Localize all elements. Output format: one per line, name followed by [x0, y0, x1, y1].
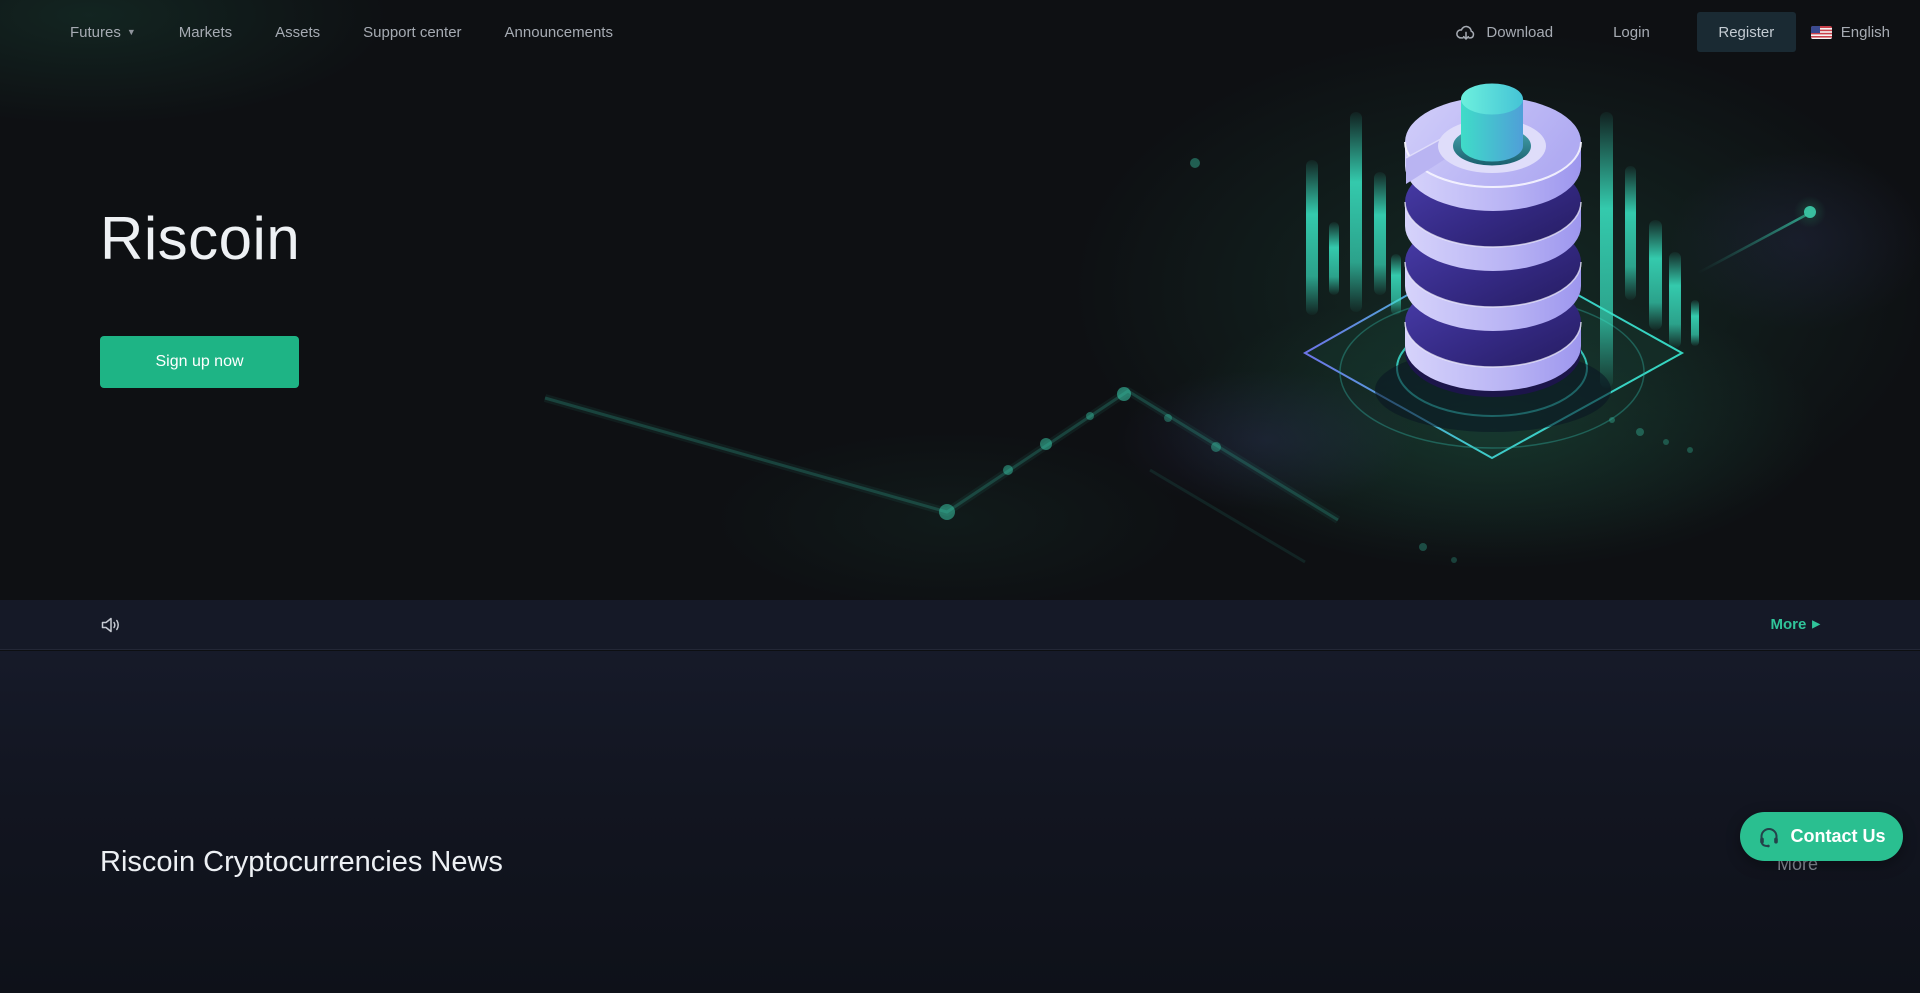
chevron-down-icon: ▼ — [127, 28, 136, 37]
nav-item-assets[interactable]: Assets — [275, 24, 320, 41]
nav-item-support-center[interactable]: Support center — [363, 24, 461, 41]
register-button[interactable]: Register — [1697, 12, 1796, 52]
nav-right-controls: Download Login Register English — [1455, 12, 1890, 52]
page-title: Riscoin — [100, 204, 300, 273]
hero-illustration — [0, 0, 1920, 600]
news-section: Riscoin Cryptocurrencies News More — [0, 651, 1920, 993]
cloud-download-icon — [1455, 23, 1477, 41]
language-label: English — [1841, 24, 1890, 41]
nav-item-label: Futures — [70, 24, 121, 41]
hero-section: Riscoin Sign up now — [0, 0, 1920, 600]
more-arrow-icon: ▶ — [1812, 620, 1820, 630]
download-label: Download — [1486, 24, 1553, 41]
nav-item-announcements[interactable]: Announcements — [505, 24, 613, 41]
nav-item-label: Assets — [275, 24, 320, 41]
nav-item-label: Support center — [363, 24, 461, 41]
nav-item-markets[interactable]: Markets — [179, 24, 232, 41]
contact-us-button[interactable]: Contact Us — [1740, 812, 1903, 861]
news-heading: Riscoin Cryptocurrencies News — [100, 846, 503, 879]
login-button[interactable]: Login — [1613, 24, 1650, 41]
announcement-more-link[interactable]: More ▶ — [1770, 616, 1820, 633]
language-selector[interactable]: English — [1811, 24, 1890, 41]
nav-item-futures[interactable]: Futures ▼ — [70, 24, 136, 41]
download-button[interactable]: Download — [1455, 23, 1553, 41]
nav-item-label: Announcements — [505, 24, 613, 41]
us-flag-icon — [1811, 26, 1832, 39]
announcement-bar: More ▶ — [0, 600, 1920, 650]
contact-us-label: Contact Us — [1790, 826, 1885, 847]
nav-item-label: Markets — [179, 24, 232, 41]
nav-menu: Futures ▼ Markets Assets Support center … — [70, 24, 613, 41]
more-label: More — [1770, 616, 1806, 633]
signup-button[interactable]: Sign up now — [100, 336, 299, 388]
top-nav: Futures ▼ Markets Assets Support center … — [0, 0, 1920, 64]
headset-icon — [1757, 825, 1781, 849]
speaker-icon — [100, 615, 122, 635]
